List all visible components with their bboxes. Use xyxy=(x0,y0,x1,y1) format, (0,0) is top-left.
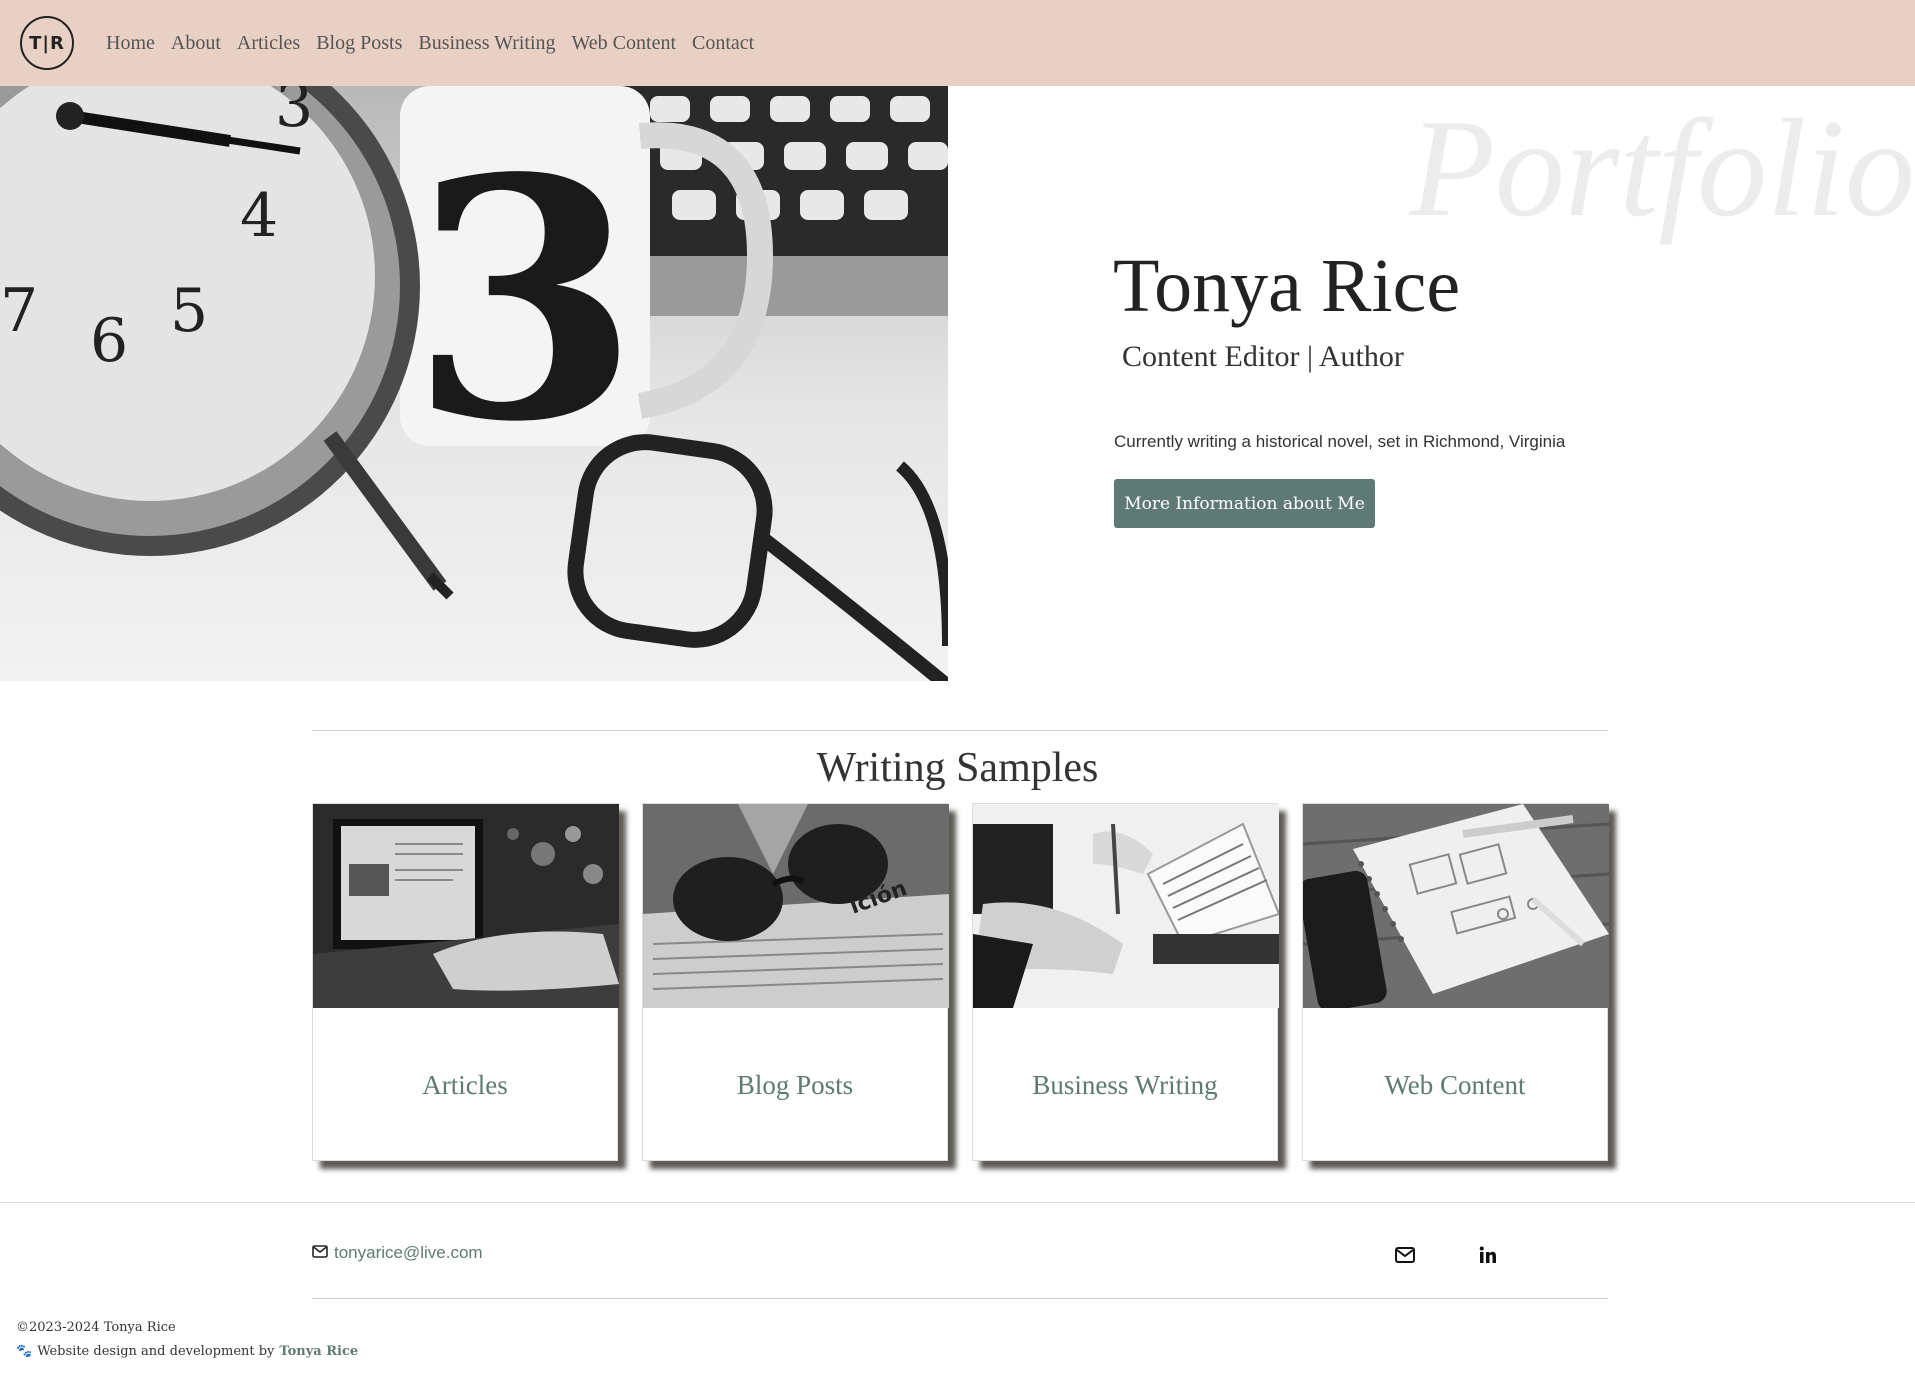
credit-text: Website design and development by xyxy=(37,1344,275,1359)
svg-text:6: 6 xyxy=(90,306,128,376)
nav-link-home[interactable]: Home xyxy=(106,32,155,55)
hero-description: Currently writing a historical novel, se… xyxy=(1114,432,1566,451)
footer-rule xyxy=(0,1202,1915,1203)
hero-image: 3 3 4 5 6 7 xyxy=(0,86,948,681)
copyright-text: ©2023-2024 Tonya Rice xyxy=(16,1320,176,1335)
nav-link-web-content[interactable]: Web Content xyxy=(572,32,676,55)
sample-cards: Articles ición Blog Posts Business Writi… xyxy=(312,803,1609,1161)
sample-card-business-writing[interactable]: Business Writing xyxy=(972,803,1279,1161)
blog-posts-card-image: ición xyxy=(643,804,949,1008)
sample-card-articles[interactable]: Articles xyxy=(312,803,619,1161)
svg-text:5: 5 xyxy=(170,276,208,346)
business-writing-card-image xyxy=(973,804,1279,1008)
top-nav: T|R Home About Articles Blog Posts Busin… xyxy=(0,0,1915,86)
footer-divider xyxy=(312,1298,1608,1299)
social-links xyxy=(1395,1245,1497,1269)
svg-text:3: 3 xyxy=(410,106,640,494)
nav-link-articles[interactable]: Articles xyxy=(237,32,300,55)
mail-icon xyxy=(1395,1246,1415,1268)
social-mail-button[interactable] xyxy=(1395,1245,1415,1269)
hero-role: Content Editor | Author xyxy=(1122,340,1404,373)
samples-heading: Writing Samples xyxy=(816,745,1099,791)
sample-card-blog-posts[interactable]: ición Blog Posts xyxy=(642,803,949,1161)
footer-email-link[interactable]: tonyarice@live.com xyxy=(312,1243,483,1263)
footer-email-text: tonyarice@live.com xyxy=(334,1243,483,1262)
card-label-blog-posts: Blog Posts xyxy=(736,1069,854,1100)
nav-link-contact[interactable]: Contact xyxy=(692,32,754,55)
nav-link-business-writing[interactable]: Business Writing xyxy=(418,32,555,55)
card-label-web-content: Web Content xyxy=(1384,1069,1526,1100)
credit-line: 🐾 Website design and development by Tony… xyxy=(16,1344,358,1359)
card-label-business-writing: Business Writing xyxy=(1032,1069,1218,1100)
svg-text:4: 4 xyxy=(240,181,278,251)
section-divider xyxy=(312,730,1608,731)
articles-card-image xyxy=(313,804,619,1008)
svg-text:3: 3 xyxy=(275,86,313,141)
web-content-card-image xyxy=(1303,804,1609,1008)
portfolio-watermark: Portfolio xyxy=(1409,91,1915,246)
social-linkedin-button[interactable] xyxy=(1479,1245,1497,1269)
hero-name: Tonya Rice xyxy=(1113,244,1461,328)
envelope-icon xyxy=(312,1243,328,1263)
linkedin-icon xyxy=(1479,1246,1497,1269)
svg-text:7: 7 xyxy=(0,276,38,346)
more-info-button[interactable]: More Information about Me xyxy=(1114,479,1375,528)
nav-links: Home About Articles Blog Posts Business … xyxy=(106,32,754,55)
credit-author-link[interactable]: Tonya Rice xyxy=(279,1344,358,1359)
sample-card-web-content[interactable]: Web Content xyxy=(1302,803,1609,1161)
nav-link-about[interactable]: About xyxy=(171,32,221,55)
card-label-articles: Articles xyxy=(422,1069,508,1100)
site-logo[interactable]: T|R xyxy=(20,16,74,70)
nav-link-blog-posts[interactable]: Blog Posts xyxy=(316,32,402,55)
paw-icon: 🐾 xyxy=(16,1344,33,1359)
